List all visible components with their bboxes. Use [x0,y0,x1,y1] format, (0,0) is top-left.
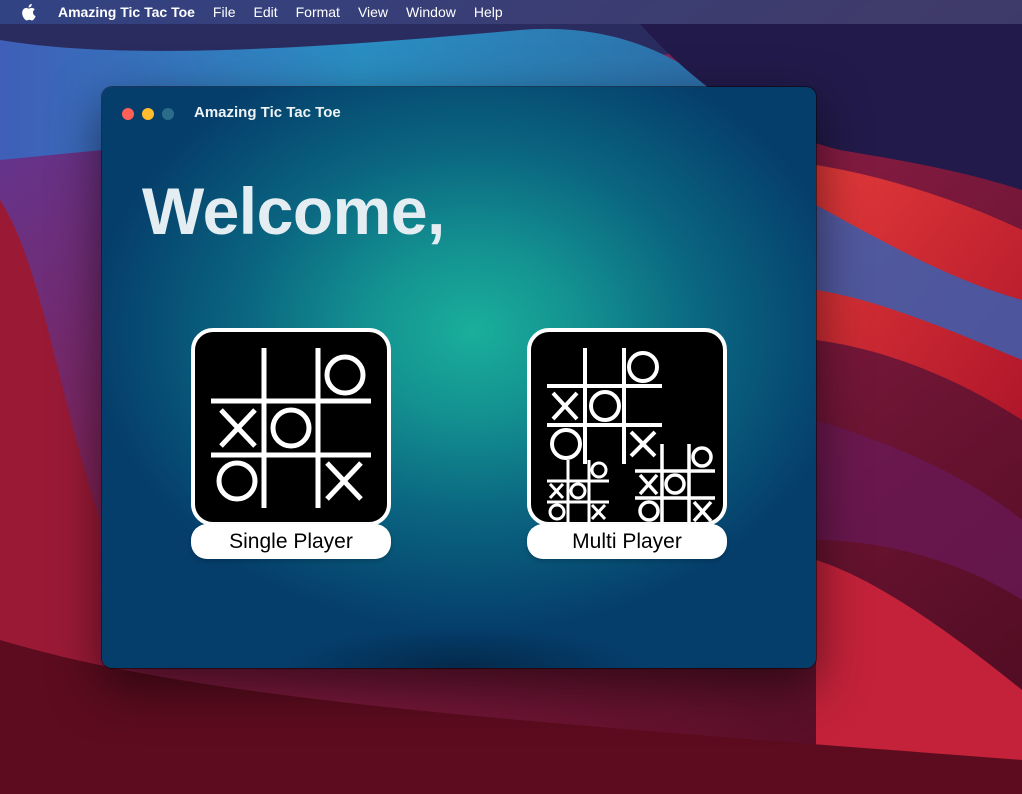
menu-view[interactable]: View [349,0,397,24]
welcome-heading: Welcome, [142,174,445,248]
menu-file[interactable]: File [204,0,245,24]
tic-tac-toe-board-icon [211,348,371,508]
close-button[interactable] [122,108,134,120]
multi-player-button[interactable]: Multi Player [527,328,727,559]
menu-app-name[interactable]: Amazing Tic Tac Toe [58,0,204,24]
single-player-label[interactable]: Single Player [191,524,391,559]
menu-format[interactable]: Format [287,0,349,24]
menu-window[interactable]: Window [397,0,465,24]
multi-player-label[interactable]: Multi Player [527,524,727,559]
apple-logo-icon[interactable] [20,3,36,21]
zoom-button[interactable] [162,108,174,120]
menu-edit[interactable]: Edit [244,0,286,24]
single-player-button[interactable]: Single Player [191,328,391,559]
menu-bar: Amazing Tic Tac Toe File Edit Format Vie… [0,0,1022,24]
app-window: Amazing Tic Tac Toe Welcome, Single Play… [102,87,816,668]
multiple-boards-icon [547,348,715,522]
window-vignette [282,627,642,668]
minimize-button[interactable] [142,108,154,120]
menu-help[interactable]: Help [465,0,512,24]
multi-player-tile[interactable] [527,328,727,526]
window-title: Amazing Tic Tac Toe [194,104,341,121]
single-player-tile[interactable] [191,328,391,526]
